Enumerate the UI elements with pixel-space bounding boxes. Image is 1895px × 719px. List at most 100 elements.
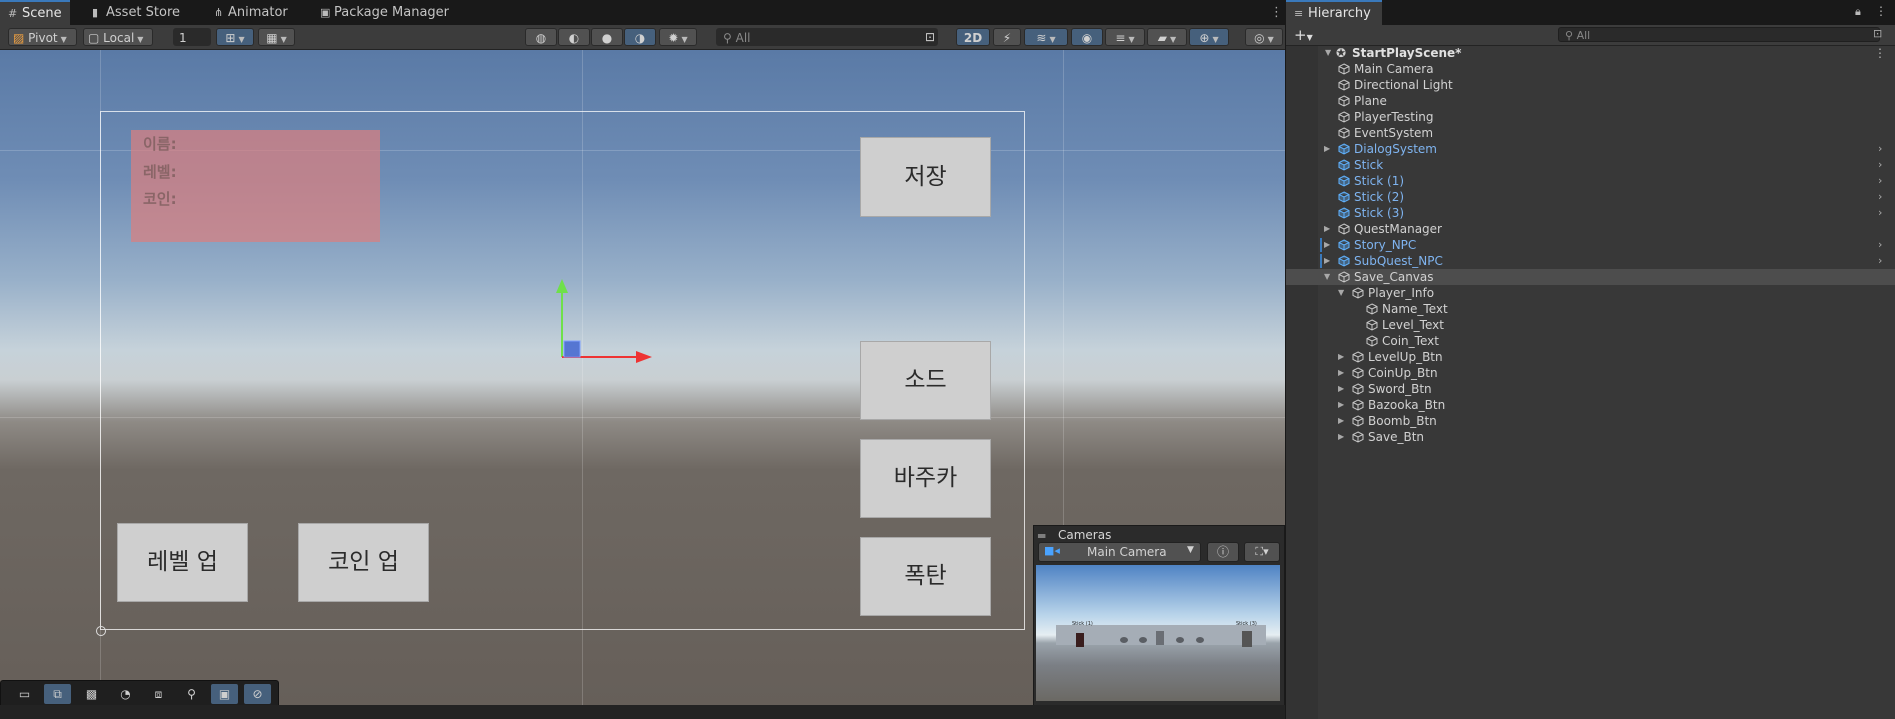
view-options-button[interactable]: ◎ ▼ bbox=[1245, 28, 1283, 46]
fullscreen-icon[interactable]: ⛶▾ bbox=[1244, 542, 1280, 562]
expand-arrow-icon[interactable]: ▶ bbox=[1324, 253, 1330, 269]
lock-icon[interactable]: 🔒︎ bbox=[1855, 5, 1861, 19]
shaded-button[interactable]: ● bbox=[591, 28, 623, 46]
kebab-menu-icon[interactable]: ⋮ bbox=[1875, 4, 1887, 18]
camera-settings-button[interactable]: ▰ ▼ bbox=[1147, 28, 1187, 46]
hierarchy-item[interactable]: Main Camera bbox=[1286, 61, 1895, 77]
expand-arrow-icon[interactable]: ▶ bbox=[1324, 237, 1330, 253]
kebab-menu-icon[interactable]: ⋮ bbox=[1874, 45, 1886, 61]
cameras-overlay[interactable]: ═ Cameras ■◂ Main Camera ▼ ⓘ ⛶▾ Stick (1… bbox=[1033, 525, 1285, 706]
prefab-open-chevron-icon[interactable]: › bbox=[1878, 237, 1882, 253]
tab-asset-store[interactable]: ▮ Asset Store bbox=[84, 0, 188, 25]
rect-anchor-handle-icon[interactable] bbox=[96, 626, 106, 636]
debug-draw-mode-button[interactable]: ✹ ▼ bbox=[659, 28, 697, 46]
grid-paint-icon[interactable]: ▩ bbox=[78, 684, 105, 704]
hierarchy-item[interactable]: ▶ QuestManager bbox=[1286, 221, 1895, 237]
hierarchy-item[interactable]: ▶ SubQuest_NPC › bbox=[1286, 253, 1895, 269]
expand-arrow-icon[interactable]: ▶ bbox=[1338, 381, 1344, 397]
prefab-open-chevron-icon[interactable]: › bbox=[1878, 157, 1882, 173]
expand-arrow-icon[interactable]: ▶ bbox=[1324, 221, 1330, 237]
gizmos-button[interactable]: ⊕ ▼ bbox=[1189, 28, 1229, 46]
prefab-open-chevron-icon[interactable]: › bbox=[1878, 253, 1882, 269]
search-icon[interactable]: ⚲ bbox=[178, 684, 205, 704]
rect-select-icon[interactable]: ▭ bbox=[11, 684, 38, 704]
move-tool-gizmo[interactable] bbox=[540, 275, 660, 375]
expand-arrow-icon[interactable]: ▼ bbox=[1325, 45, 1331, 61]
hierarchy-item[interactable]: Stick (1) › bbox=[1286, 173, 1895, 189]
player-info-panel[interactable]: 이름: 레벨: 코인: bbox=[131, 130, 380, 242]
hierarchy-item[interactable]: PlayerTesting bbox=[1286, 109, 1895, 125]
save-button[interactable]: 저장 bbox=[860, 137, 991, 217]
tab-hierarchy[interactable]: ≡ Hierarchy bbox=[1286, 0, 1382, 25]
hierarchy-item[interactable]: EventSystem bbox=[1286, 125, 1895, 141]
expand-arrow-icon[interactable]: ▶ bbox=[1338, 429, 1344, 445]
pivot-dropdown[interactable]: ▨ Pivot ▼ bbox=[8, 28, 77, 46]
tab-animator[interactable]: ⋔ Animator bbox=[206, 0, 296, 25]
coin-up-button[interactable]: 코인 업 bbox=[298, 523, 429, 602]
expand-arrow-icon[interactable]: ▶ bbox=[1324, 141, 1330, 157]
nav-layers-icon[interactable]: ⧈ bbox=[145, 684, 172, 704]
scene-root-row[interactable]: ▼ ✪ StartPlayScene* ⋮ bbox=[1286, 45, 1895, 61]
level-up-button[interactable]: 레벨 업 bbox=[117, 523, 248, 602]
layers-button[interactable]: ≡ ▼ bbox=[1105, 28, 1145, 46]
bomb-button[interactable]: 폭탄 bbox=[860, 537, 991, 616]
hierarchy-item[interactable]: Stick (2) › bbox=[1286, 189, 1895, 205]
hierarchy-item[interactable]: ▶ Bazooka_Btn bbox=[1286, 397, 1895, 413]
bazooka-button[interactable]: 바주카 bbox=[860, 439, 991, 518]
tab-scene[interactable]: # Scene bbox=[0, 0, 70, 25]
info-icon[interactable]: ⓘ bbox=[1207, 542, 1239, 562]
local-dropdown[interactable]: ▢ Local ▼ bbox=[83, 28, 153, 46]
collapse-arrow-icon[interactable]: ▼ bbox=[1338, 285, 1344, 301]
hierarchy-item[interactable]: Plane bbox=[1286, 93, 1895, 109]
hierarchy-item[interactable]: Directional Light bbox=[1286, 77, 1895, 93]
wireframe-shading-button[interactable]: ◍ bbox=[525, 28, 557, 46]
create-add-button[interactable]: +▼ bbox=[1294, 26, 1313, 44]
grid-visibility-button[interactable]: ▦ ▼ bbox=[258, 28, 295, 46]
snap-increment-input[interactable]: 1 bbox=[173, 28, 211, 46]
audio-effects-button[interactable]: ≋ ▼ bbox=[1024, 28, 1068, 46]
x-axis-arrow-icon[interactable] bbox=[636, 351, 652, 363]
hierarchy-item[interactable]: Stick › bbox=[1286, 157, 1895, 173]
collapse-arrow-icon[interactable]: ▼ bbox=[1324, 269, 1330, 285]
search-filter-icon[interactable]: ⊡ bbox=[1873, 27, 1882, 40]
hierarchy-item[interactable]: ▶ DialogSystem › bbox=[1286, 141, 1895, 157]
expand-arrow-icon[interactable]: ▶ bbox=[1338, 397, 1344, 413]
prefab-open-chevron-icon[interactable]: › bbox=[1878, 189, 1882, 205]
tab-package-manager[interactable]: ▣ Package Manager bbox=[312, 0, 457, 25]
cameras-drag-handle-icon[interactable]: ═ bbox=[1038, 529, 1045, 543]
y-axis-arrow-icon[interactable] bbox=[556, 279, 568, 293]
hierarchy-item[interactable]: Coin_Text bbox=[1286, 333, 1895, 349]
scene-visibility-button[interactable]: ◉ bbox=[1071, 28, 1103, 46]
hierarchy-item[interactable]: Stick (3) › bbox=[1286, 205, 1895, 221]
hierarchy-item[interactable]: ▶ Save_Btn bbox=[1286, 429, 1895, 445]
hierarchy-item[interactable]: ▼ Save_Canvas bbox=[1286, 269, 1895, 285]
scene-search-input[interactable]: ⚲ All bbox=[716, 28, 938, 46]
prefab-open-chevron-icon[interactable]: › bbox=[1878, 141, 1882, 157]
hierarchy-item[interactable]: Name_Text bbox=[1286, 301, 1895, 317]
hierarchy-item[interactable]: ▶ Sword_Btn bbox=[1286, 381, 1895, 397]
align-tool-icon[interactable]: ⧉ bbox=[44, 684, 71, 704]
grid-snap-button[interactable]: ⊞ ▼ bbox=[216, 28, 254, 46]
camera-preview-icon[interactable]: ▣ bbox=[211, 684, 238, 704]
shaded-wireframe-button[interactable]: ◐ bbox=[558, 28, 590, 46]
hierarchy-item[interactable]: ▼ Player_Info bbox=[1286, 285, 1895, 301]
prefab-open-chevron-icon[interactable]: › bbox=[1878, 173, 1882, 189]
unlit-button[interactable]: ◑ bbox=[624, 28, 656, 46]
hierarchy-item[interactable]: ▶ Story_NPC › bbox=[1286, 237, 1895, 253]
expand-arrow-icon[interactable]: ▶ bbox=[1338, 413, 1344, 429]
expand-arrow-icon[interactable]: ▶ bbox=[1338, 349, 1344, 365]
hierarchy-search-input[interactable]: ⚲ All bbox=[1558, 27, 1880, 42]
search-filter-icon[interactable]: ⊡ bbox=[922, 28, 938, 46]
2d-mode-button[interactable]: 2D bbox=[956, 28, 990, 46]
hierarchy-item[interactable]: Level_Text bbox=[1286, 317, 1895, 333]
xy-plane-handle[interactable] bbox=[563, 340, 581, 358]
hierarchy-item[interactable]: ▶ Boomb_Btn bbox=[1286, 413, 1895, 429]
lighting-toggle-button[interactable]: ⚡ bbox=[993, 28, 1021, 46]
prefab-open-chevron-icon[interactable]: › bbox=[1878, 205, 1882, 221]
hierarchy-item[interactable]: ▶ LevelUp_Btn bbox=[1286, 349, 1895, 365]
shading-icon[interactable]: ◔ bbox=[112, 684, 139, 704]
sword-button[interactable]: 소드 bbox=[860, 341, 991, 420]
hierarchy-item[interactable]: ▶ CoinUp_Btn bbox=[1286, 365, 1895, 381]
camera-select-dropdown[interactable]: ■◂ Main Camera ▼ bbox=[1038, 542, 1201, 562]
compass-icon[interactable]: ⊘ bbox=[244, 684, 271, 704]
